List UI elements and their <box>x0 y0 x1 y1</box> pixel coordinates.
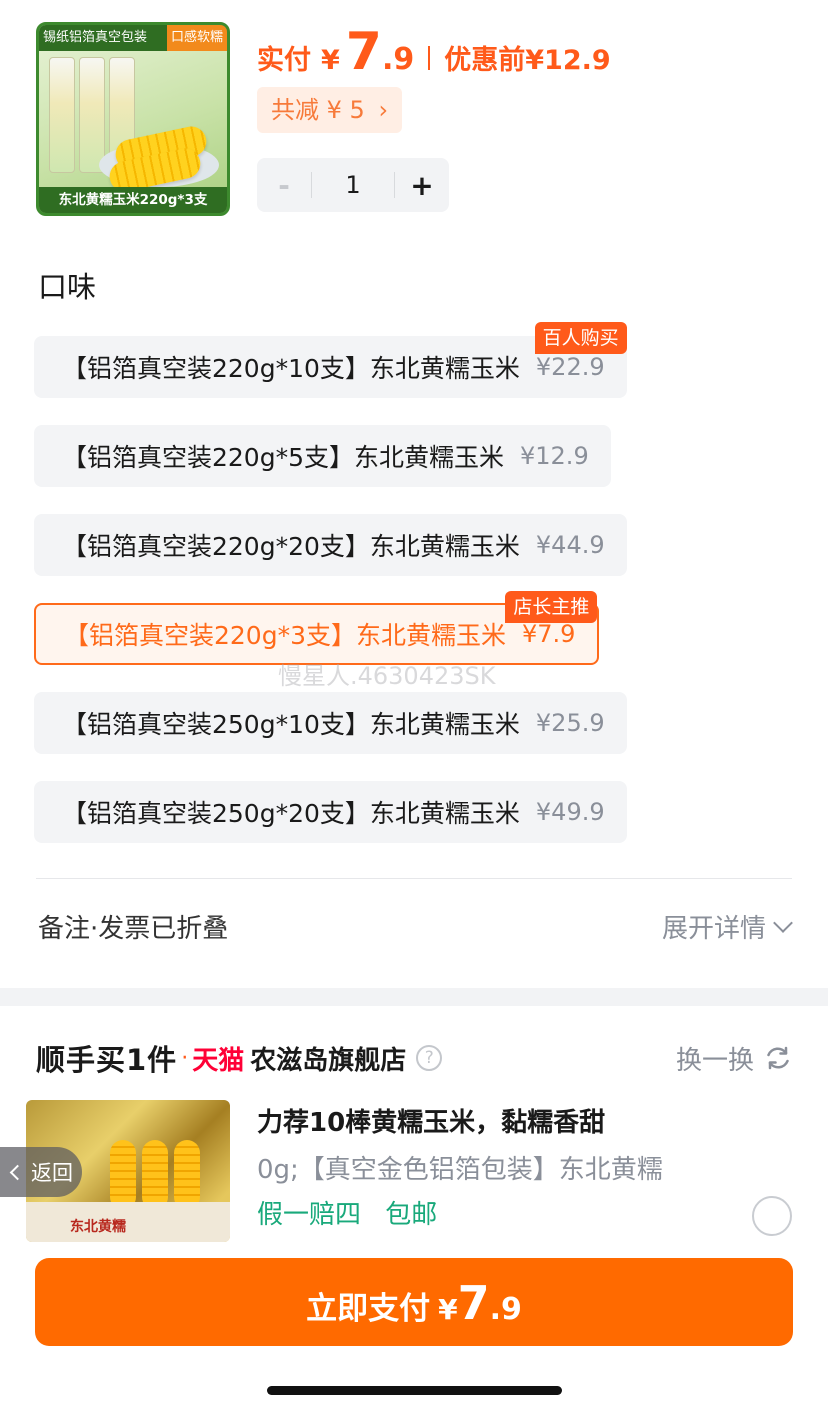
flavor-option-name: 【铝箔真空装220g*20支】东北黄糯玉米 <box>62 532 520 561</box>
flavor-option-price: ¥7.9 <box>522 620 576 648</box>
flavor-option-price: ¥44.9 <box>535 531 605 559</box>
expand-details-button[interactable]: 展开详情 <box>661 908 793 945</box>
thumbnail-banner-right: 口感软糯 <box>166 25 227 51</box>
flavor-option[interactable]: 【铝箔真空装250g*20支】东北黄糯玉米 ¥49.9 <box>34 781 627 843</box>
chevron-right-icon: › <box>378 96 389 124</box>
section-divider <box>36 878 792 879</box>
discount-text: 共减 ¥ 5 <box>271 96 365 124</box>
flavor-option-price: ¥25.9 <box>535 709 605 737</box>
addon-title: 顺手买1件 <box>36 1043 178 1077</box>
corn-cob-image <box>174 1140 200 1210</box>
quantity-increase-button[interactable]: + <box>395 158 449 212</box>
flavor-option-price: ¥22.9 <box>535 353 605 381</box>
notes-collapsed-label: 备注·发票已折叠 <box>38 914 229 944</box>
price-line: 实付 ¥ 7 .9 优惠前 ¥12.9 <box>257 22 611 82</box>
pay-label: 立即支付 <box>306 1291 431 1327</box>
actual-pay-label: 实付 <box>257 45 311 76</box>
addon-product-desc: 0g;【真空金色铝箔包装】东北黄糯 <box>257 1155 663 1185</box>
pay-amount-decimal: .9 <box>489 1292 522 1327</box>
option-badge: 店长主推 <box>505 591 598 623</box>
pay-currency: ¥ <box>438 1293 458 1326</box>
chevron-down-icon <box>773 912 793 933</box>
addon-header: 顺手买1件 · 天猫 农滋岛旗舰店 ? <box>36 1036 443 1080</box>
flavor-option[interactable]: 【铝箔真空装220g*5支】东北黄糯玉米 ¥12.9 <box>34 425 611 487</box>
price-integer: 7 <box>345 22 382 82</box>
back-label: 返回 <box>31 1161 73 1185</box>
addon-tag: 假一赔四 <box>257 1200 362 1230</box>
store-name[interactable]: 农滋岛旗舰店 <box>250 1040 406 1077</box>
flavor-option-price: ¥49.9 <box>535 798 605 826</box>
pay-amount-integer: 7 <box>457 1276 490 1330</box>
price-decimal: .9 <box>381 42 415 77</box>
tmall-logo: 天猫 <box>192 1045 245 1076</box>
flavor-section-title: 口味 <box>38 270 97 304</box>
flavor-option-name: 【铝箔真空装220g*5支】东北黄糯玉米 <box>62 443 504 472</box>
product-box-image <box>26 1202 230 1242</box>
addon-product-name[interactable]: 力荐10棒黄糯玉米，黏糯香甜 <box>257 1102 605 1139</box>
addon-select-radio[interactable] <box>752 1196 792 1236</box>
flavor-option-name: 【铝箔真空装250g*20支】东北黄糯玉米 <box>62 799 520 828</box>
discount-chip[interactable]: 共减 ¥ 5 › <box>257 87 403 133</box>
home-indicator[interactable] <box>267 1386 562 1395</box>
quantity-stepper[interactable]: - 1 + <box>257 158 449 212</box>
swap-button[interactable]: 换一换 <box>676 1036 792 1080</box>
flavor-option[interactable]: 【铝箔真空装250g*10支】东北黄糯玉米 ¥25.9 <box>34 692 627 754</box>
corn-cob-image <box>110 1140 136 1210</box>
flavor-option-name: 【铝箔真空装220g*3支】东北黄糯玉米 <box>64 621 506 650</box>
swap-label: 换一换 <box>675 1045 754 1076</box>
corn-package-image <box>49 57 75 173</box>
corn-cob-image <box>142 1140 168 1210</box>
section-separator <box>0 988 828 1006</box>
help-icon[interactable]: ? <box>416 1045 443 1071</box>
watermark: 慢星人.4630423SK <box>278 662 496 690</box>
flavor-option-name: 【铝箔真空装220g*10支】东北黄糯玉米 <box>62 354 520 383</box>
before-discount-price: ¥12.9 <box>525 45 611 76</box>
addon-dot: · <box>181 1045 189 1071</box>
product-box-label: 东北黄糯 <box>70 1219 126 1235</box>
flavor-option-name: 【铝箔真空装250g*10支】东北黄糯玉米 <box>62 710 520 739</box>
thumbnail-banner-left: 锡纸铝箔真空包装 <box>43 30 148 45</box>
back-button[interactable]: 返回 <box>0 1147 82 1197</box>
thumbnail-caption: 东北黄糯玉米220g*3支 <box>39 187 227 213</box>
currency-symbol: ¥ <box>321 45 340 76</box>
product-thumbnail[interactable]: 锡纸铝箔真空包装 口感软糯 东北黄糯玉米220g*3支 <box>36 22 230 216</box>
pay-now-button[interactable]: 立即支付 ¥ 7 .9 <box>35 1258 793 1346</box>
expand-details-label: 展开详情 <box>661 914 766 944</box>
flavor-option[interactable]: 【铝箔真空装220g*20支】东北黄糯玉米 ¥44.9 <box>34 514 627 576</box>
addon-tags: 假一赔四 包邮 <box>257 1194 437 1231</box>
addon-tag: 包邮 <box>385 1200 438 1230</box>
flavor-option-price: ¥12.9 <box>520 442 589 470</box>
chevron-left-icon <box>9 1164 26 1180</box>
quantity-value[interactable]: 1 <box>312 171 394 199</box>
quantity-decrease-button[interactable]: - <box>257 158 311 212</box>
before-discount-label: 优惠前 <box>444 45 526 76</box>
refresh-icon <box>767 1046 789 1070</box>
thumbnail-banner: 锡纸铝箔真空包装 口感软糯 <box>39 25 227 51</box>
price-separator <box>428 46 431 70</box>
corn-package-image <box>79 57 105 173</box>
option-badge: 百人购买 <box>534 322 627 354</box>
flavor-option[interactable]: 【铝箔真空装220g*10支】东北黄糯玉米 ¥22.9 百人购买 <box>34 322 627 398</box>
